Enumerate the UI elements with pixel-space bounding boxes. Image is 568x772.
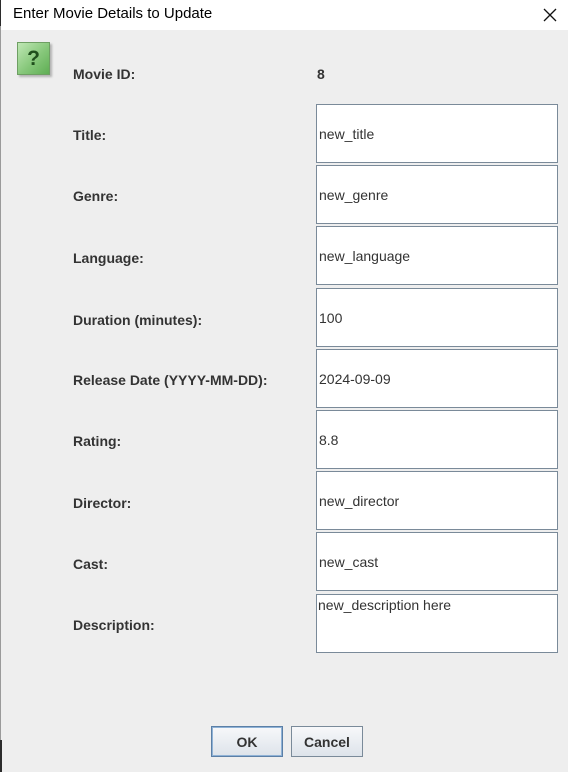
duration-field[interactable] [316, 288, 558, 347]
description-label: Description: [73, 617, 155, 633]
movie-id-value: 8 [317, 66, 325, 82]
cast-field[interactable] [316, 532, 558, 591]
movie-id-label: Movie ID: [73, 66, 136, 82]
director-field[interactable] [316, 471, 558, 530]
cancel-button[interactable]: Cancel [291, 726, 363, 757]
update-movie-dialog: Enter Movie Details to Update ? Movie ID… [0, 0, 568, 772]
description-textarea[interactable]: new_description here [316, 594, 558, 653]
question-icon: ? [17, 42, 50, 75]
director-label: Director: [73, 495, 132, 511]
close-icon [543, 8, 557, 22]
genre-label: Genre: [73, 188, 119, 204]
release-date-label: Release Date (YYYY-MM-DD): [73, 372, 268, 388]
question-icon-glyph: ? [27, 46, 40, 70]
language-label: Language: [73, 250, 144, 266]
duration-label: Duration (minutes): [73, 312, 203, 328]
window-title: Enter Movie Details to Update [13, 5, 213, 22]
background-window-edge [0, 740, 2, 772]
release-date-field[interactable] [316, 349, 558, 408]
title-bar[interactable]: Enter Movie Details to Update [1, 0, 568, 30]
genre-field[interactable] [316, 165, 558, 224]
title-label: Title: [73, 127, 107, 143]
language-field[interactable] [316, 226, 558, 285]
close-button[interactable] [531, 0, 568, 30]
ok-button[interactable]: OK [211, 726, 283, 757]
rating-label: Rating: [73, 433, 122, 449]
rating-field[interactable] [316, 410, 558, 469]
title-field[interactable] [316, 104, 558, 163]
cast-label: Cast: [73, 556, 109, 572]
